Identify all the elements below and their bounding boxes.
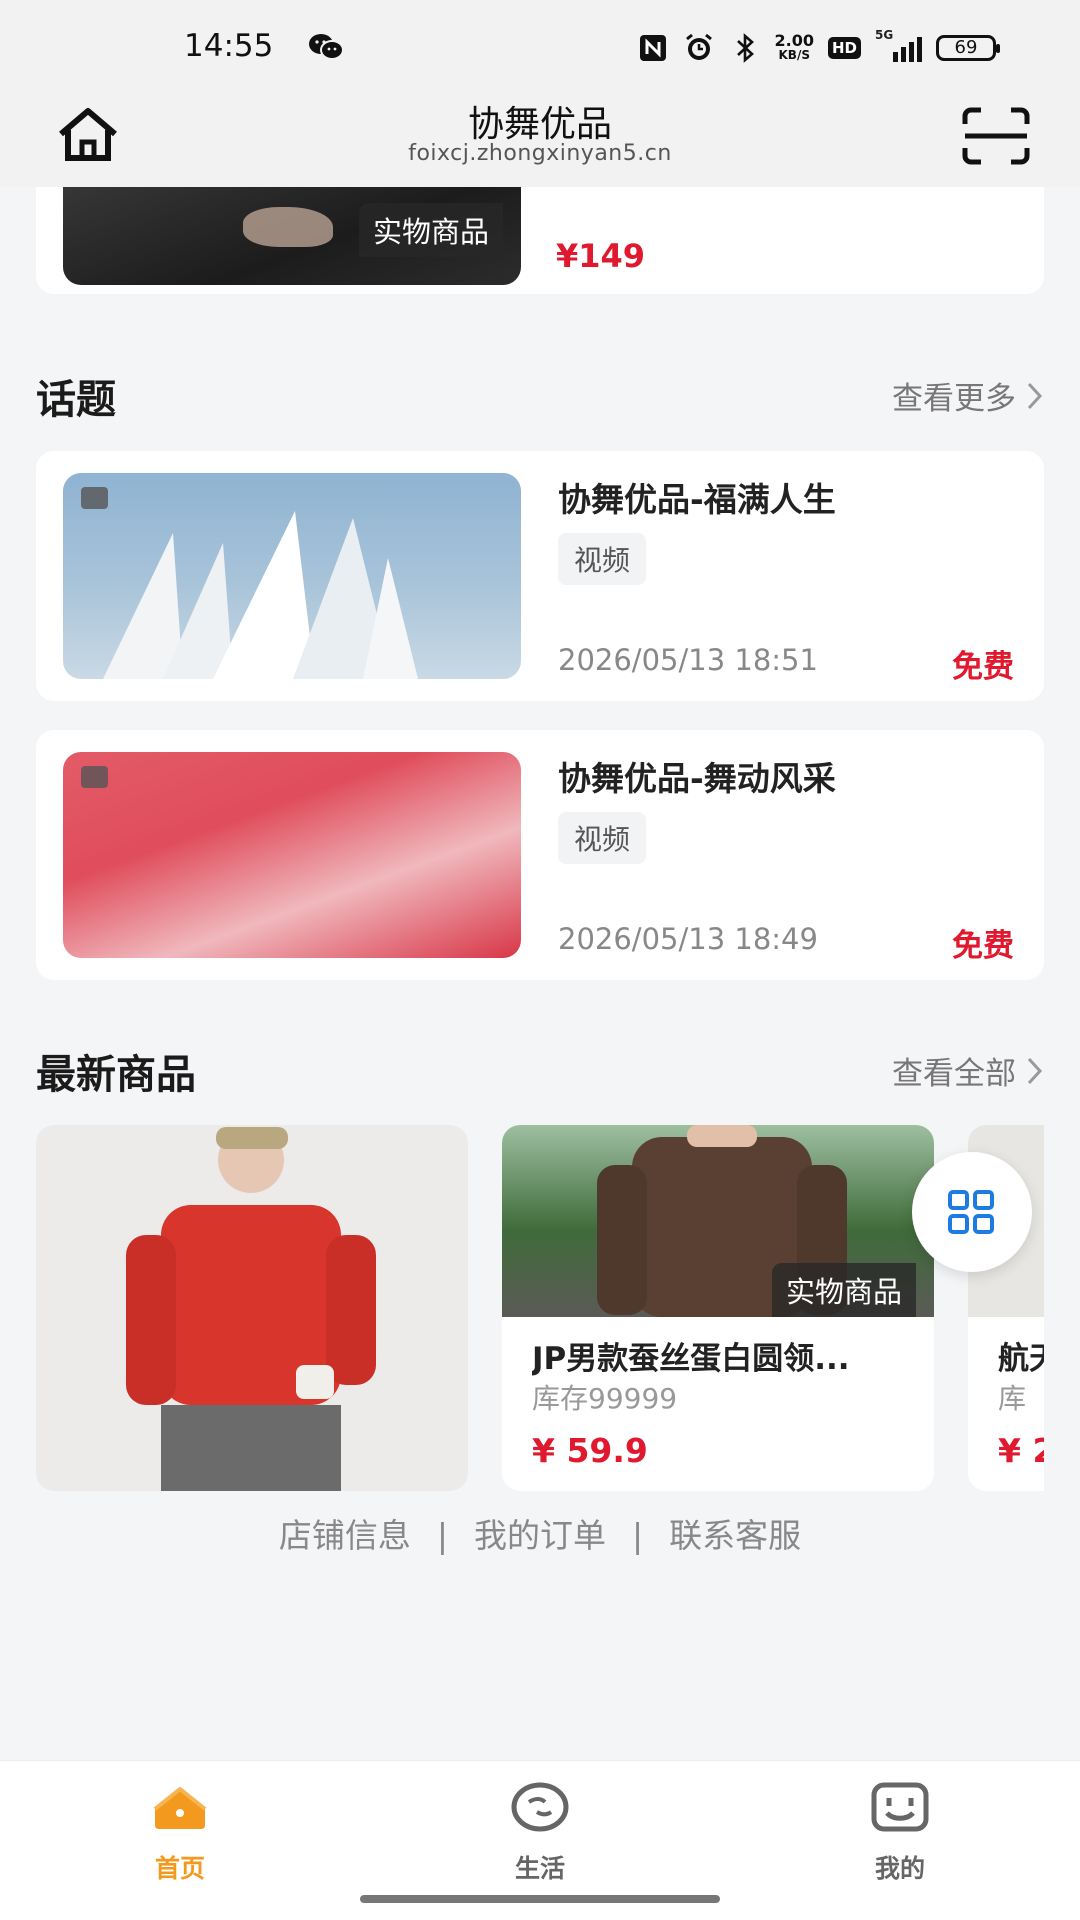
topic-date: 2026/05/13 18:49 xyxy=(558,922,818,956)
topic-card[interactable]: 协舞优品-舞动风采 视频 2026/05/13 18:49 免费 xyxy=(36,730,1044,980)
nav-item-home[interactable]: 首页 xyxy=(80,1777,280,1885)
net-speed-value: 2.00 xyxy=(774,31,814,50)
latest-section-header: 最新商品 查看全部 xyxy=(36,1042,1044,1102)
battery-indicator: 69 xyxy=(936,35,1000,61)
nav-label: 生活 xyxy=(514,1854,565,1883)
product-name: 航天 xyxy=(998,1341,1044,1377)
home-indicator[interactable] xyxy=(360,1895,720,1903)
product-card-partial[interactable]: 实物商品 ¥149 xyxy=(36,187,1044,294)
status-indicators: 2.00 KB/S HD 5G 69 xyxy=(637,28,1000,68)
net-speed: 2.00 KB/S xyxy=(775,33,814,63)
topics-more-link[interactable]: 查看更多 xyxy=(892,373,1044,418)
nav-label: 首页 xyxy=(154,1854,205,1883)
checkbox-icon xyxy=(81,487,108,509)
wechat-icon xyxy=(308,32,344,62)
product-name: JP男款蚕丝蛋白圆领... xyxy=(532,1341,850,1377)
topic-image xyxy=(63,473,521,679)
nav-label: 我的 xyxy=(874,1854,925,1883)
topics-section-header: 话题 查看更多 xyxy=(36,367,1044,427)
page-title: 协舞优品 xyxy=(467,104,612,145)
product-price: ¥ 2 xyxy=(998,1431,1044,1470)
network-type: 5G xyxy=(875,28,894,42)
bluetooth-icon xyxy=(729,32,761,64)
app-screen: 14:55 2.00 KB/S HD 5G 69 协舞优品 foixcj.zho… xyxy=(0,0,1080,1920)
scan-icon xyxy=(962,107,1030,165)
footer-links: 店铺信息 | 我的订单 | 联系客服 xyxy=(0,1509,1080,1557)
checkbox-icon xyxy=(81,766,108,788)
topic-price: 免费 xyxy=(952,928,1014,964)
nfc-icon xyxy=(637,32,669,64)
product-image: 实物商品 xyxy=(502,1125,934,1317)
chevron-right-icon xyxy=(1027,1057,1043,1084)
chevron-right-icon xyxy=(1027,382,1043,409)
separator: | xyxy=(436,1516,448,1555)
topic-tag: 视频 xyxy=(558,812,647,864)
latest-title: 最新商品 xyxy=(36,1052,196,1098)
product-price: ¥149 xyxy=(556,237,646,275)
product-image xyxy=(36,1125,468,1491)
my-orders-link[interactable]: 我的订单 xyxy=(474,1516,606,1555)
life-icon xyxy=(510,1777,570,1837)
status-bar: 14:55 2.00 KB/S HD 5G 69 xyxy=(0,0,1080,95)
floating-menu-button[interactable] xyxy=(912,1152,1032,1272)
home-nav-icon xyxy=(150,1777,210,1837)
alarm-icon xyxy=(683,32,715,64)
product-stock: 库 xyxy=(998,1382,1027,1415)
topic-image xyxy=(63,752,521,958)
topics-more-label: 查看更多 xyxy=(892,381,1016,417)
main-content: 实物商品 ¥149 话题 查看更多 协舞优品-福满人生 视频 2026/05/1… xyxy=(0,187,1080,1760)
topic-tag: 视频 xyxy=(558,533,647,585)
nav-item-profile[interactable]: 我的 xyxy=(800,1777,1000,1885)
topic-date: 2026/05/13 18:51 xyxy=(558,643,818,677)
profile-icon xyxy=(870,1777,930,1837)
page-url: foixcj.zhongxinyan5.cn xyxy=(408,141,672,166)
product-price: ¥ 59.9 xyxy=(532,1431,648,1470)
store-info-link[interactable]: 店铺信息 xyxy=(279,1516,411,1555)
latest-products-carousel[interactable]: 实物商品 JP男款蚕丝蛋白圆领... 库存99999 ¥ 59.9 航天 库 ¥… xyxy=(36,1125,1044,1495)
signal-icon: 5G xyxy=(875,28,922,62)
separator: | xyxy=(632,1516,644,1555)
grid-icon xyxy=(948,1190,994,1234)
bottom-navigation: 首页 生活 我的 xyxy=(0,1760,1080,1920)
topics-title: 话题 xyxy=(36,377,116,423)
scan-button[interactable] xyxy=(958,101,1034,171)
product-type-tag: 实物商品 xyxy=(358,203,503,257)
contact-service-link[interactable]: 联系客服 xyxy=(669,1516,801,1555)
latest-more-label: 查看全部 xyxy=(892,1056,1016,1092)
product-type-tag: 实物商品 xyxy=(771,1263,916,1317)
hd-badge: HD xyxy=(827,37,861,59)
net-speed-unit: KB/S xyxy=(778,48,810,62)
product-card[interactable]: 实物商品 JP男款蚕丝蛋白圆领... 库存99999 ¥ 59.9 xyxy=(502,1125,934,1491)
app-header: 协舞优品 foixcj.zhongxinyan5.cn xyxy=(0,95,1080,187)
topic-title: 协舞优品-舞动风采 xyxy=(558,759,836,798)
topic-title: 协舞优品-福满人生 xyxy=(558,480,836,519)
product-image: 实物商品 xyxy=(63,187,521,285)
product-stock: 库存99999 xyxy=(532,1382,678,1415)
latest-more-link[interactable]: 查看全部 xyxy=(892,1048,1044,1093)
status-time: 14:55 xyxy=(184,28,274,64)
topic-price: 免费 xyxy=(952,649,1014,685)
topic-card[interactable]: 协舞优品-福满人生 视频 2026/05/13 18:51 免费 xyxy=(36,451,1044,701)
product-card[interactable] xyxy=(36,1125,468,1491)
nav-item-life[interactable]: 生活 xyxy=(440,1777,640,1885)
